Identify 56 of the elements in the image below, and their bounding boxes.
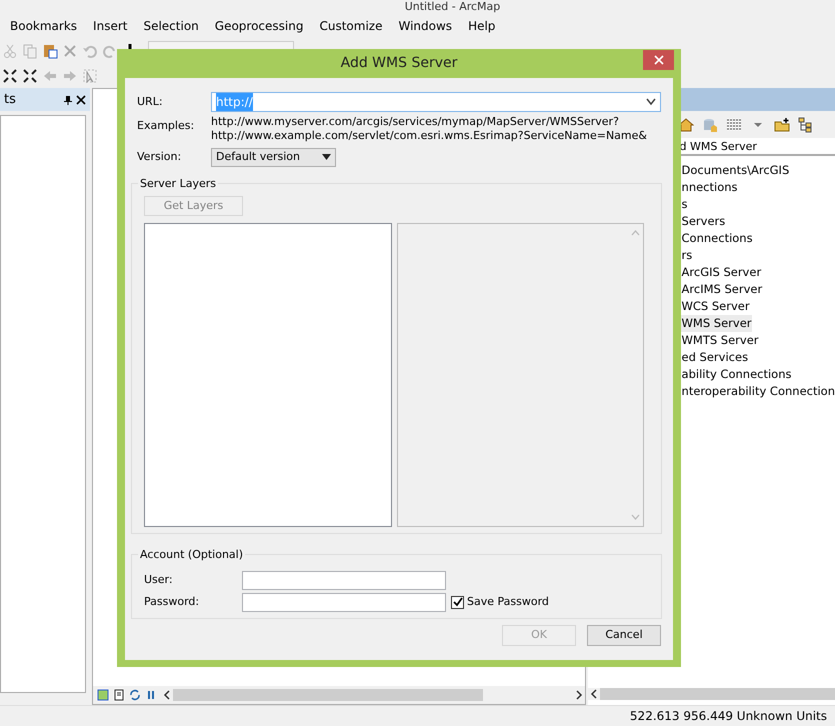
group-title: Server Layers — [138, 176, 218, 192]
menu-item[interactable]: Bookmarks — [4, 17, 84, 35]
refresh-icon[interactable] — [128, 689, 141, 701]
close-button[interactable] — [643, 50, 674, 70]
menu-item[interactable]: Selection — [137, 17, 205, 35]
zoom-out-icon[interactable] — [22, 68, 38, 84]
tree-item[interactable]: nnections — [680, 179, 738, 196]
menu-item[interactable]: Insert — [87, 17, 134, 35]
user-label: User: — [144, 572, 174, 588]
tree-item[interactable]: ability Connections — [680, 366, 792, 383]
dialog-title: Add WMS Server — [340, 54, 458, 73]
paste-icon[interactable] — [42, 42, 58, 58]
save-password-checkbox[interactable] — [451, 596, 464, 608]
tree-item[interactable]: WCS Server — [680, 298, 750, 315]
tree-item[interactable]: rs — [680, 247, 692, 264]
version-label: Version: — [137, 149, 182, 165]
tree-item[interactable]: WMTS Server — [680, 332, 759, 349]
password-field[interactable] — [242, 592, 446, 612]
menu-item[interactable]: Help — [462, 17, 502, 35]
tree-item[interactable]: ArcGIS Server — [680, 264, 762, 281]
cancel-button[interactable]: Cancel — [587, 624, 661, 646]
pin-icon[interactable] — [62, 94, 73, 104]
select-icon[interactable] — [82, 68, 98, 84]
user-field[interactable] — [242, 570, 446, 590]
layout-view-icon[interactable] — [112, 689, 125, 701]
tree-item[interactable]: s — [680, 196, 688, 213]
tree-icon[interactable] — [798, 116, 814, 132]
examples-label: Examples: — [137, 118, 196, 134]
close-icon — [654, 55, 664, 65]
tree-item[interactable]: nteroperability Connection — [680, 383, 835, 400]
version-dropdown[interactable]: Default version — [211, 148, 336, 167]
menu-item[interactable]: Geoprocessing — [208, 17, 310, 35]
tree-item[interactable]: Connections — [680, 230, 753, 247]
full-extent-icon[interactable] — [2, 68, 18, 84]
caret-icon — [646, 98, 656, 106]
horizontal-scrollbar[interactable] — [588, 688, 835, 700]
password-label: Password: — [144, 594, 200, 610]
panel-title: ts — [4, 90, 16, 109]
url-label: URL: — [137, 94, 164, 110]
close-icon[interactable] — [76, 94, 86, 104]
menu-item[interactable]: Customize — [313, 17, 388, 35]
group-title: Account (Optional) — [138, 546, 246, 564]
tree-item[interactable]: Servers — [680, 213, 726, 230]
coordinates-text: 522.613 956.449 Unknown Units — [630, 708, 827, 725]
caret-icon — [322, 154, 331, 161]
data-view-icon[interactable] — [96, 689, 109, 701]
window-title: Untitled - ArcMap — [404, 0, 502, 14]
tree-item[interactable]: Documents\ArcGIS — [680, 162, 790, 179]
new-folder-icon[interactable] — [774, 116, 790, 132]
tree-item[interactable]: ArcIMS Server — [680, 281, 762, 298]
save-password-label: Save Password — [467, 594, 549, 610]
table-view-icon[interactable] — [726, 116, 742, 132]
example-url: http://www.myserver.com/arcgis/services/mymap/MapServer/WMSServer? — [211, 114, 620, 129]
menu-item[interactable]: Windows — [392, 17, 458, 35]
tree-item[interactable]: ed Services — [680, 349, 748, 366]
tree-item[interactable]: WMS Server — [680, 315, 752, 332]
